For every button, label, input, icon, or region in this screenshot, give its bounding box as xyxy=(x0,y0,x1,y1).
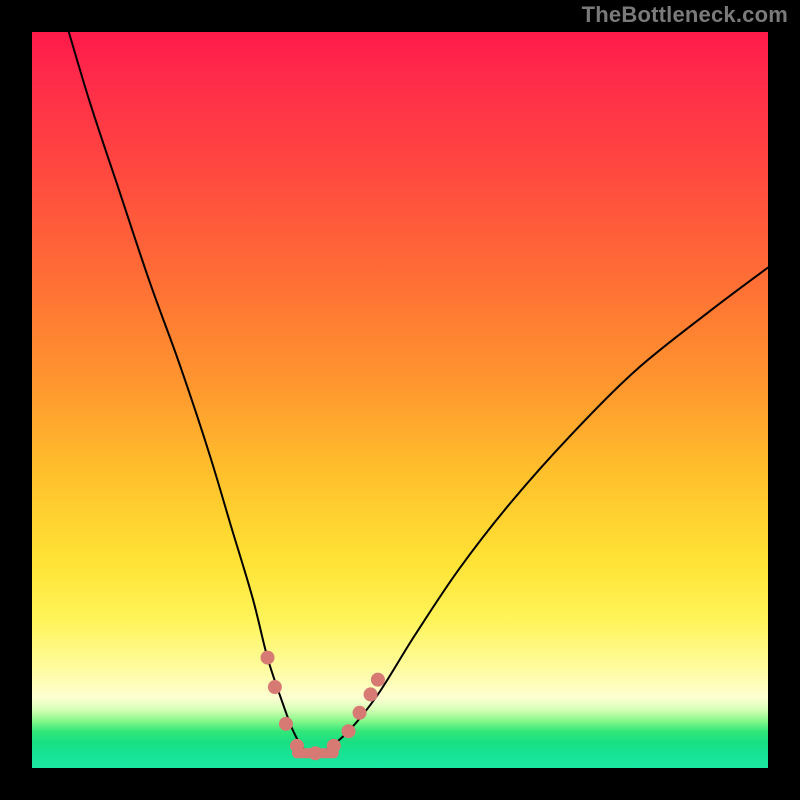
marker-point xyxy=(342,725,355,738)
marker-point xyxy=(327,739,340,752)
marker-point xyxy=(290,739,303,752)
bottleneck-curve xyxy=(69,32,768,753)
marker-point xyxy=(268,681,281,694)
plot-area xyxy=(32,32,768,768)
marker-point xyxy=(364,688,377,701)
chart-frame: TheBottleneck.com xyxy=(0,0,800,800)
marker-point xyxy=(279,717,292,730)
marker-cluster xyxy=(261,651,384,760)
marker-point xyxy=(261,651,274,664)
marker-point xyxy=(371,673,384,686)
watermark-text: TheBottleneck.com xyxy=(582,2,788,28)
marker-point xyxy=(309,747,322,760)
curve-layer xyxy=(32,32,768,768)
marker-point xyxy=(353,706,366,719)
